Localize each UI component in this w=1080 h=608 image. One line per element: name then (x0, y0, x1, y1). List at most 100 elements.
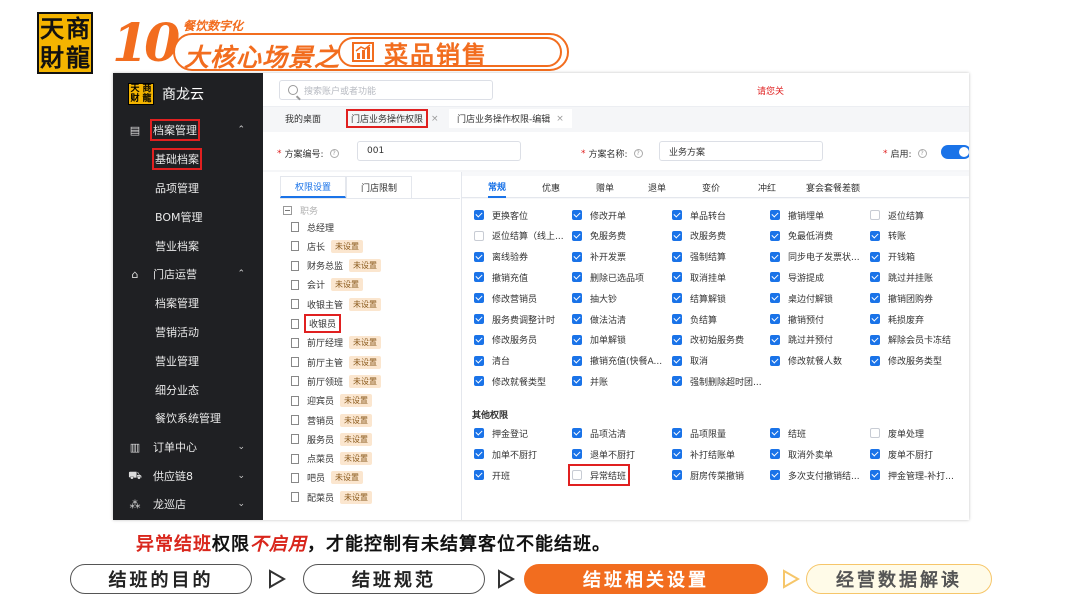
permission-checkbox[interactable]: 退单不厨打 (572, 447, 635, 461)
checkbox-checked-icon[interactable] (572, 428, 582, 438)
permission-checkbox[interactable]: 修改开单 (572, 208, 626, 222)
tab-store-permissions-edit[interactable]: 门店业务操作权限-编辑 × (449, 109, 572, 128)
checkbox-checked-icon[interactable] (870, 449, 880, 459)
permission-checkbox[interactable]: 修改就餐人数 (770, 354, 842, 368)
permission-checkbox[interactable]: 异常结班 (567, 464, 631, 486)
subtab-store-limits[interactable]: 门店限制 (346, 176, 413, 198)
sidebar-item[interactable]: BOM管理 (113, 206, 263, 228)
checkbox-checked-icon[interactable] (770, 293, 780, 304)
permission-checkbox[interactable]: 解除会员卡冻结 (870, 333, 951, 347)
checkbox-checked-icon[interactable] (572, 293, 582, 304)
checkbox-checked-icon[interactable] (572, 355, 582, 366)
role-item[interactable]: 收银员 (291, 314, 342, 333)
checkbox-checked-icon[interactable] (474, 272, 484, 283)
role-item[interactable]: 前厅主管 未设置 (291, 354, 382, 370)
permission-tab[interactable]: 退单 (648, 176, 666, 198)
checkbox-checked-icon[interactable] (474, 334, 484, 345)
permission-checkbox[interactable]: 导游提成 (770, 270, 824, 284)
sidebar-item[interactable]: ⌂ 门店运营 ⌃ (113, 263, 263, 285)
checkbox-unchecked-icon[interactable] (572, 470, 582, 480)
sidebar-item[interactable]: ▤ 档案管理 ⌃ (113, 119, 263, 141)
permission-checkbox[interactable]: 加单解锁 (572, 333, 626, 347)
checkbox-checked-icon[interactable] (770, 230, 780, 241)
role-item[interactable]: 营销员 未设置 (291, 412, 373, 428)
permission-checkbox[interactable]: 补打结账单 (672, 447, 735, 461)
checkbox-checked-icon[interactable] (474, 449, 484, 459)
close-icon[interactable]: × (431, 114, 439, 124)
permission-checkbox[interactable]: 清台 (474, 354, 510, 368)
permission-checkbox[interactable]: 改初始服务费 (672, 333, 744, 347)
permission-checkbox[interactable]: 开钱箱 (870, 250, 915, 264)
permission-checkbox[interactable]: 废单不厨打 (870, 447, 933, 461)
checkbox-checked-icon[interactable] (572, 314, 582, 324)
checkbox-checked-icon[interactable] (672, 314, 682, 324)
permission-tab[interactable]: 冲红 (758, 176, 776, 198)
permission-checkbox[interactable]: 抽大钞 (572, 291, 617, 305)
role-item[interactable]: 收银主管 未设置 (291, 296, 382, 312)
permission-checkbox[interactable]: 品项沽清 (572, 426, 626, 440)
permission-checkbox[interactable]: 服务费调整计时 (474, 312, 555, 326)
checkbox-checked-icon[interactable] (770, 470, 780, 480)
checkbox-checked-icon[interactable] (770, 272, 780, 283)
search-input[interactable]: 搜索账户或者功能 (279, 80, 493, 100)
checkbox-checked-icon[interactable] (474, 293, 484, 304)
checkbox-checked-icon[interactable] (672, 470, 682, 480)
nav-purpose[interactable]: 结班的目的 (70, 564, 252, 594)
sidebar-item[interactable]: ▥ 订单中心 ⌄ (113, 436, 263, 458)
permission-checkbox[interactable]: 结班 (770, 426, 806, 440)
checkbox-unchecked-icon[interactable] (474, 230, 484, 241)
nav-settings[interactable]: 结班相关设置 (524, 564, 768, 594)
permission-checkbox[interactable]: 强制结算 (672, 250, 726, 264)
permission-checkbox[interactable]: 免服务费 (572, 229, 626, 243)
permission-checkbox[interactable]: 取消外卖单 (770, 447, 833, 461)
checkbox-checked-icon[interactable] (672, 376, 682, 387)
checkbox-checked-icon[interactable] (672, 230, 682, 241)
permission-checkbox[interactable]: 废单处理 (870, 426, 924, 440)
permission-checkbox[interactable]: 撤销团购券 (870, 291, 933, 305)
role-item[interactable]: 迎宾员 未设置 (291, 393, 373, 409)
permission-tab[interactable]: 变价 (702, 176, 720, 198)
permission-checkbox[interactable]: 撤销埋单 (770, 208, 824, 222)
role-item[interactable]: 总经理 (291, 219, 334, 235)
permission-checkbox[interactable]: 加单不厨打 (474, 447, 537, 461)
sidebar-item[interactable]: 基础档案 (113, 148, 263, 170)
enable-toggle[interactable] (941, 145, 969, 159)
checkbox-checked-icon[interactable] (672, 355, 682, 366)
sidebar-item[interactable]: 餐饮系统管理 (113, 407, 263, 429)
checkbox-checked-icon[interactable] (870, 251, 880, 262)
checkbox-checked-icon[interactable] (672, 334, 682, 345)
sidebar-item[interactable]: 营销活动 (113, 321, 263, 343)
permission-checkbox[interactable]: 返位结算 (870, 208, 924, 222)
permission-checkbox[interactable]: 押金管理-补打... (870, 468, 954, 482)
checkbox-checked-icon[interactable] (770, 355, 780, 366)
tree-root[interactable]: 职务 (283, 202, 318, 218)
permission-checkbox[interactable]: 离线验券 (474, 250, 528, 264)
role-item[interactable]: 点菜员 未设置 (291, 451, 373, 467)
permission-checkbox[interactable]: 返位结算（线上... (474, 229, 564, 243)
role-item[interactable]: 吧员 未设置 (291, 470, 364, 486)
checkbox-checked-icon[interactable] (672, 449, 682, 459)
permission-checkbox[interactable]: 取消挂单 (672, 270, 726, 284)
checkbox-checked-icon[interactable] (474, 314, 484, 324)
checkbox-checked-icon[interactable] (572, 272, 582, 283)
checkbox-checked-icon[interactable] (672, 428, 682, 438)
checkbox-checked-icon[interactable] (870, 314, 880, 324)
permission-checkbox[interactable]: 修改营销员 (474, 291, 537, 305)
checkbox-checked-icon[interactable] (474, 376, 484, 387)
checkbox-checked-icon[interactable] (474, 355, 484, 366)
checkbox-checked-icon[interactable] (870, 355, 880, 366)
permission-checkbox[interactable]: 撤销预付 (770, 312, 824, 326)
role-item[interactable]: 配菜员 未设置 (291, 489, 373, 505)
tab-desktop[interactable]: 我的桌面 (277, 109, 329, 128)
tab-store-permissions[interactable]: 门店业务操作权限 × (341, 109, 447, 128)
checkbox-checked-icon[interactable] (870, 470, 880, 480)
checkbox-checked-icon[interactable] (870, 334, 880, 345)
permission-checkbox[interactable]: 删除已选品项 (572, 270, 644, 284)
permission-checkbox[interactable]: 跳过并挂账 (870, 270, 933, 284)
permission-checkbox[interactable]: 押金登记 (474, 426, 528, 440)
checkbox-checked-icon[interactable] (770, 314, 780, 324)
help-icon[interactable]: ? (329, 149, 339, 158)
checkbox-unchecked-icon[interactable] (870, 210, 880, 220)
checkbox-checked-icon[interactable] (770, 449, 780, 459)
permission-checkbox[interactable]: 做法沽清 (572, 312, 626, 326)
